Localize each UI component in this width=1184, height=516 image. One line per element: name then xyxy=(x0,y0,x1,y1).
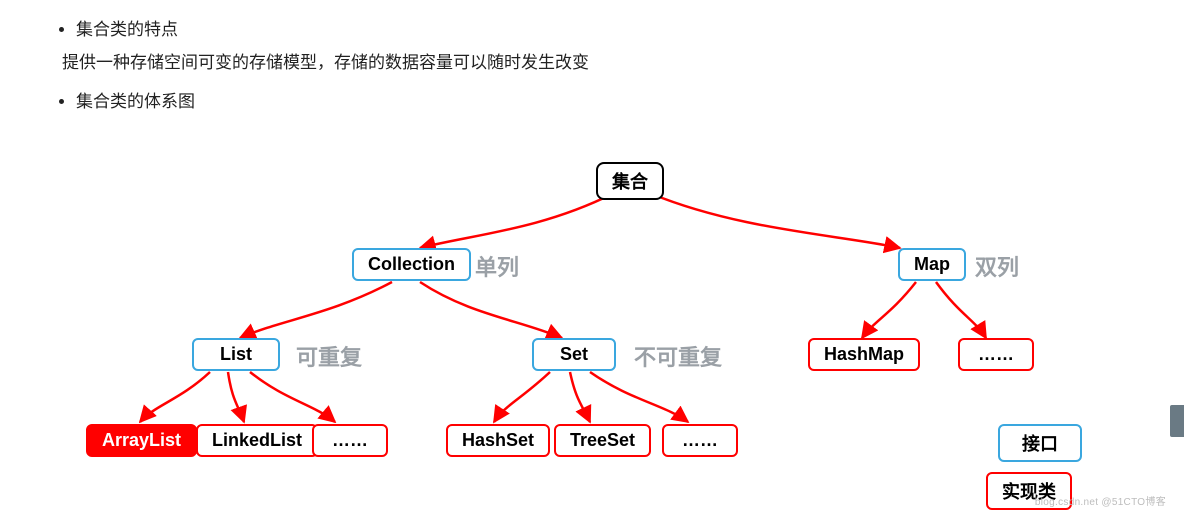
annot-set: 不可重复 xyxy=(634,340,722,372)
diagram-stage: 集合 Collection 单列 Map 双列 List 可重复 Set 不可重… xyxy=(0,140,1184,516)
node-collection: Collection xyxy=(352,248,471,281)
node-map: Map xyxy=(898,248,966,281)
node-set: Set xyxy=(532,338,616,371)
annot-collection: 单列 xyxy=(475,250,519,282)
node-set-more: …… xyxy=(662,424,738,457)
node-hashset: HashSet xyxy=(446,424,550,457)
bullet-item-2: 集合类的体系图 xyxy=(76,88,1184,117)
annot-map: 双列 xyxy=(975,250,1019,282)
bullet-item-1: 集合类的特点 xyxy=(76,16,1184,45)
bullet-text-1: 集合类的特点 xyxy=(76,20,178,39)
watermark-text: blog.csdn.net @51CTO博客 xyxy=(1035,493,1166,508)
bullet-text-2: 集合类的体系图 xyxy=(76,92,195,111)
node-treeset: TreeSet xyxy=(554,424,651,457)
bullet-sub-1: 提供一种存储空间可变的存储模型，存储的数据容量可以随时发生改变 xyxy=(62,49,1184,78)
node-root: 集合 xyxy=(596,162,664,200)
node-linkedlist: LinkedList xyxy=(196,424,318,457)
node-list: List xyxy=(192,338,280,371)
node-hashmap: HashMap xyxy=(808,338,920,371)
node-map-more: …… xyxy=(958,338,1034,371)
side-handle[interactable] xyxy=(1170,405,1184,437)
node-list-more: …… xyxy=(312,424,388,457)
legend-interface: 接口 xyxy=(998,424,1082,462)
node-arraylist: ArrayList xyxy=(86,424,197,457)
bullet-list: 集合类的特点 提供一种存储空间可变的存储模型，存储的数据容量可以随时发生改变 集… xyxy=(0,0,1184,117)
annot-list: 可重复 xyxy=(296,340,362,372)
